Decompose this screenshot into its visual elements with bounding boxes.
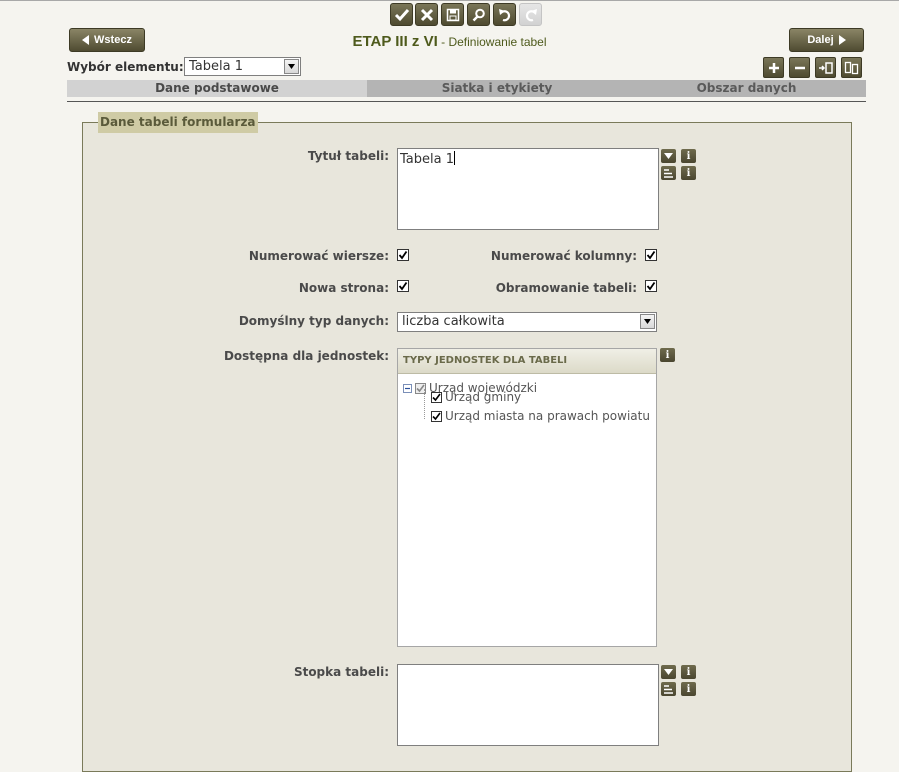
table-border-checkbox[interactable] xyxy=(645,280,657,292)
page-title: ETAP III z VI xyxy=(352,33,438,50)
number-rows-checkbox[interactable] xyxy=(397,249,409,261)
page-subtitle: - Definiowanie tabel xyxy=(437,35,547,49)
dropdown-icon[interactable] xyxy=(661,149,676,163)
tree-child-label: Urząd miasta na prawach powiatu xyxy=(445,409,650,423)
align-icon[interactable] xyxy=(661,166,676,180)
page-heading: ETAP III z VI - Definiowanie tabel xyxy=(0,33,899,50)
tab-bar: Dane podstawowe Siatka i etykiety Obszar… xyxy=(67,80,866,97)
remove-button[interactable] xyxy=(789,57,810,78)
element-select-label: Wybór elementu: xyxy=(67,60,184,74)
tab-basic-data[interactable]: Dane podstawowe xyxy=(67,80,367,97)
dropdown-icon[interactable] xyxy=(661,665,676,679)
panel-legend: Dane tabeli formularza xyxy=(98,112,258,133)
undo-icon xyxy=(498,8,510,21)
redo-button[interactable] xyxy=(519,3,542,26)
redo-icon xyxy=(525,8,537,21)
copy-column-icon xyxy=(844,61,858,74)
preview-button[interactable] xyxy=(467,3,490,26)
number-cols-checkbox[interactable] xyxy=(645,249,657,261)
datatype-label: Domyślny typ danych: xyxy=(238,314,389,328)
collapse-icon[interactable] xyxy=(403,383,412,393)
element-select[interactable]: Tabela 1 xyxy=(184,57,301,76)
tab-grid-labels[interactable]: Siatka i etykiety xyxy=(367,80,627,97)
tree-header: TYPY JEDNOSTEK DLA TABELI xyxy=(398,349,656,374)
info-icon[interactable]: i xyxy=(681,149,696,163)
datatype-select[interactable]: liczba całkowita xyxy=(397,312,657,332)
number-cols-label: Numerować kolumny: xyxy=(490,249,637,263)
align-icon[interactable] xyxy=(661,682,676,696)
plus-icon xyxy=(768,62,779,73)
info-icon[interactable]: i xyxy=(681,682,696,696)
check-icon xyxy=(398,281,408,291)
check-icon xyxy=(394,8,409,21)
check-icon xyxy=(398,250,408,260)
tree-child-node[interactable]: Urząd gminy xyxy=(431,390,521,404)
title-textarea[interactable]: Tabela 1 xyxy=(397,148,659,230)
tree-child-node[interactable]: Urząd miasta na prawach powiatu xyxy=(431,409,650,423)
tab-divider xyxy=(67,101,866,102)
minus-icon xyxy=(794,66,805,69)
datatype-value: liczba całkowita xyxy=(402,314,505,329)
units-label: Dostępna dla jednostek: xyxy=(223,349,389,363)
number-rows-label: Numerować wiersze: xyxy=(248,249,389,263)
footer-label: Stopka tabeli: xyxy=(293,665,389,679)
check-icon xyxy=(646,250,656,260)
confirm-button[interactable] xyxy=(390,3,413,26)
info-icon[interactable]: i xyxy=(681,166,696,180)
footer-textarea[interactable] xyxy=(397,664,659,746)
add-button[interactable] xyxy=(763,57,784,78)
cancel-button[interactable] xyxy=(415,3,438,26)
insert-column-icon xyxy=(818,61,833,74)
chevron-down-icon[interactable] xyxy=(640,314,655,329)
tree-connector xyxy=(424,389,426,419)
save-icon xyxy=(446,8,459,21)
table-border-label: Obramowanie tabeli: xyxy=(495,281,637,295)
magnifier-icon xyxy=(472,8,485,21)
text-cursor xyxy=(454,151,455,165)
tab-data-area[interactable]: Obszar danych xyxy=(627,80,866,97)
save-button[interactable] xyxy=(441,3,464,26)
new-page-label: Nowa strona: xyxy=(298,281,389,295)
check-icon xyxy=(646,281,656,291)
tree-child-label: Urząd gminy xyxy=(445,390,522,404)
child-checkbox[interactable] xyxy=(431,391,442,403)
title-label: Tytuł tabeli: xyxy=(307,149,389,163)
new-page-checkbox[interactable] xyxy=(397,280,409,292)
close-icon xyxy=(420,8,433,21)
info-icon[interactable]: i xyxy=(681,665,696,679)
copy-column-button[interactable] xyxy=(841,57,862,78)
element-select-value: Tabela 1 xyxy=(189,59,243,74)
title-value: Tabela 1 xyxy=(400,152,454,167)
unit-types-tree: TYPY JEDNOSTEK DLA TABELI Urząd wojewódz… xyxy=(397,348,657,647)
child-checkbox[interactable] xyxy=(431,410,442,422)
chevron-down-icon[interactable] xyxy=(284,59,299,74)
info-icon[interactable]: i xyxy=(660,348,675,362)
insert-column-button[interactable] xyxy=(815,57,836,78)
undo-button[interactable] xyxy=(493,3,516,26)
